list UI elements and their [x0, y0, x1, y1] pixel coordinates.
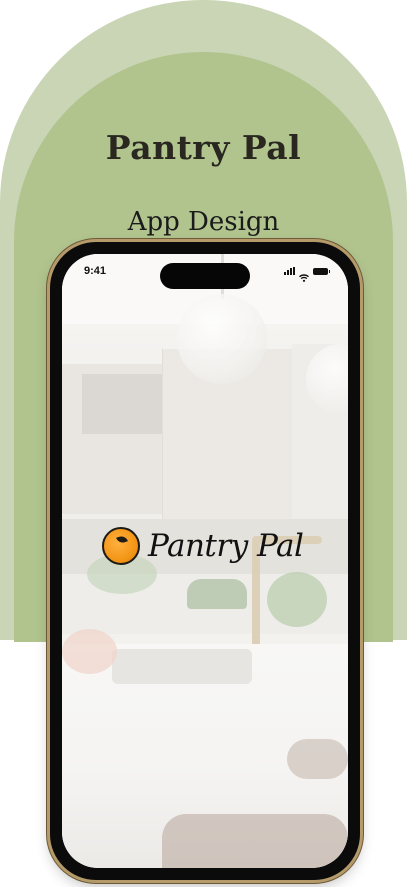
wifi-icon: [299, 267, 309, 282]
orange-icon: [102, 527, 140, 565]
signal-icon: [284, 267, 295, 275]
battery-icon: [313, 267, 330, 275]
status-time: 9:41: [84, 265, 107, 277]
splash-screen[interactable]: 9:41 Pantry Pal: [62, 254, 348, 868]
leaf-icon: [116, 534, 128, 545]
page-title: Pantry Pal: [105, 128, 302, 167]
app-logo: Pantry Pal: [102, 518, 332, 574]
dynamic-island: [160, 263, 250, 289]
status-icons: [284, 267, 330, 282]
phone-mockup: 9:41 Pantry Pal: [50, 242, 360, 880]
page-subtitle: App Design: [127, 207, 280, 237]
logo-wordmark: Pantry Pal: [148, 528, 304, 564]
